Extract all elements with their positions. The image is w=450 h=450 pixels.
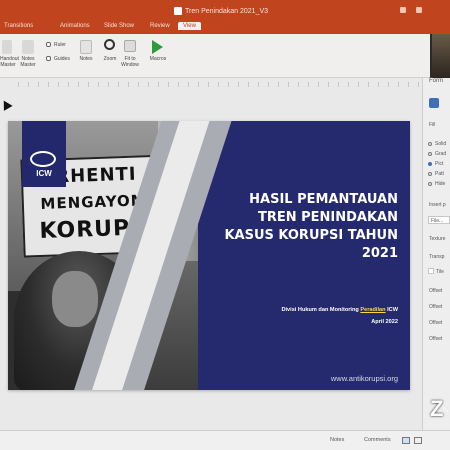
macros-play-icon[interactable] [152,40,163,54]
headline-line-4: 2021 [361,246,398,261]
file-button[interactable]: File... [428,216,450,224]
webcam-thumbnail [432,34,450,78]
ribbon-tabs: Transitions Animations Slide Show Review… [0,20,450,34]
offset-label-1: Offset [429,288,443,294]
comment-icon[interactable] [416,7,422,13]
file-button-label: File... [431,218,444,224]
subtitle-prefix: Divisi Hukum dan Monitoring [281,307,361,313]
notes-master-label: Notes Master [20,56,36,68]
radio-pattern[interactable] [428,172,432,176]
zoom-label: Zoom [103,56,117,62]
option-hide: Hide [435,181,446,187]
tab-view[interactable]: View [178,22,201,30]
macros-label: Macros [149,56,167,62]
tile-checkbox[interactable] [428,268,434,274]
handout-master-label: Handout Master [0,56,19,68]
zoom-watermark: Z [430,396,444,421]
tab-animations[interactable]: Animations [60,23,90,29]
radio-solid[interactable] [428,142,432,146]
handout-master-icon[interactable] [2,40,12,54]
format-pane-title: Form [429,78,443,84]
headline-line-2: TREN PENINDAKAN [257,210,398,225]
icw-logo: ICW [22,121,66,187]
option-gradient: Grad [435,151,447,157]
window-title: Tren Penindakan 2021_V3 [185,8,269,15]
guides-label: Guides [54,56,70,62]
insert-picture-label: Insert p [429,202,446,208]
tab-transitions[interactable]: Transitions [4,23,33,29]
tab-review[interactable]: Review [150,23,170,29]
fill-tab[interactable]: Fill [429,122,435,128]
tab-slide-show[interactable]: Slide Show [104,23,134,29]
horizontal-ruler [18,82,420,87]
document-icon [174,7,182,15]
ruler-checkbox[interactable] [46,42,51,47]
slide-date: April 2022 [371,319,398,325]
ruler-label: Ruler [54,42,66,48]
slide-sorter-icon[interactable] [414,437,422,444]
normal-view-icon[interactable] [402,437,410,444]
slide-subtitle: Divisi Hukum dan Monitoring Peradilan IC… [208,307,398,313]
slide-url: www.antikorupsi.org [330,374,398,383]
slide-headline: HASIL PEMANTAUAN TREN PENINDAKAN KASUS K… [218,191,398,263]
option-picture: Pict [435,161,444,167]
notes-label: Notes [79,56,93,62]
zoom-icon[interactable] [104,39,115,50]
radio-picture[interactable] [428,162,432,166]
icw-logo-text: ICW [36,169,52,178]
headline-line-3: KASUS KORUPSI TAHUN [224,228,398,243]
offset-label-3: Offset [429,320,443,326]
headline-line-1: HASIL PEMANTAUAN [249,192,398,207]
offset-label-4: Offset [429,336,443,342]
subtitle-suffix: ICW [385,307,398,313]
notes-icon[interactable] [80,40,92,54]
notes-master-icon[interactable] [22,40,34,54]
format-pane: Form Fill Solid Grad Pict Patt Hide Inse… [422,78,450,430]
share-icon[interactable] [400,7,406,13]
notes-toggle[interactable]: Notes [330,437,344,443]
subtitle-highlight: Peradilan [360,307,386,313]
fill-bucket-icon[interactable] [429,98,439,108]
option-pattern: Patt [435,171,444,177]
option-solid: Solid [435,141,447,147]
offset-label-2: Offset [429,304,443,310]
comments-toggle[interactable]: Comments [364,437,391,443]
icw-emblem-icon [30,151,56,167]
title-bar: Tren Penindakan 2021_V3 [0,0,450,20]
texture-label: Texture [429,236,446,242]
tile-label: Tile [436,269,444,275]
status-bar: Notes Comments [0,430,450,450]
radio-gradient[interactable] [428,152,432,156]
ribbon-toolbar: Handout Master Notes Master Ruler Guides… [0,34,430,78]
protester-face [52,271,98,327]
slide-thumbnail[interactable]: RHENTI MENGAYOMI KORUPSI ICW HASIL PEMAN… [8,121,410,390]
radio-hide[interactable] [428,182,432,186]
fit-to-window-label: Fit to Window [121,56,139,68]
guides-checkbox[interactable] [46,56,51,61]
fit-to-window-icon[interactable] [124,40,136,52]
transparency-label: Transp [429,254,445,260]
